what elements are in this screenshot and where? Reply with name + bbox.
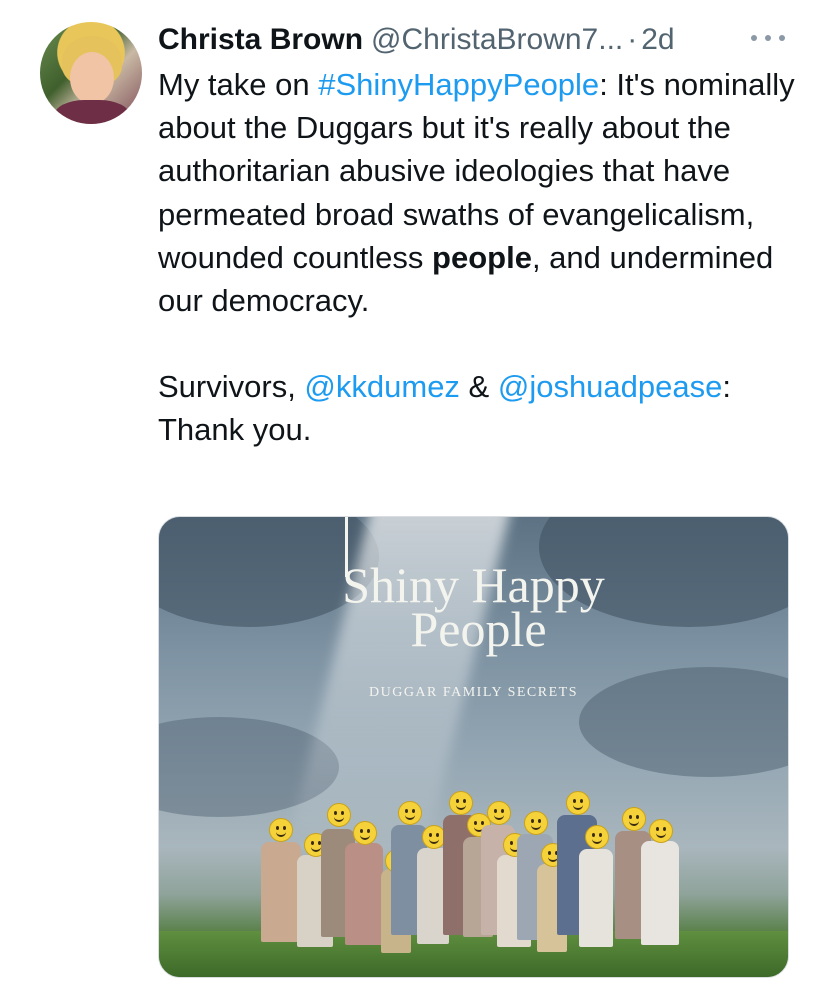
show-title: Shiny Happy People [342, 557, 605, 657]
tweet-timestamp[interactable]: 2d [641, 23, 674, 57]
tweet-paragraph: My take on #ShinyHappyPeople: It's nomin… [158, 67, 795, 319]
more-options-icon[interactable] [751, 28, 785, 48]
mention-link[interactable]: @joshuadpease [498, 369, 723, 404]
avatar-face [70, 52, 114, 104]
show-subtitle: DUGGAR FAMILY SECRETS [368, 685, 578, 700]
avatar-body [54, 100, 130, 124]
author-avatar[interactable] [40, 22, 142, 124]
person-figure [579, 825, 613, 947]
person-figure [641, 819, 679, 945]
highlighted-word: people [432, 239, 532, 275]
person-figure [261, 818, 301, 942]
author-handle[interactable]: @ChristaBrown7... [371, 23, 623, 57]
tweet-paragraph: Survivors, @kkdumez & @joshuadpease: Tha… [158, 369, 731, 448]
hashtag-link[interactable]: #ShinyHappyPeople [318, 67, 599, 102]
header-separator: · [627, 23, 638, 56]
tweet-header: Christa Brown @ChristaBrown7... · 2d [158, 20, 798, 60]
grass-field [159, 931, 788, 977]
tweet-media-image[interactable]: Shiny Happy People DUGGAR FAMILY SECRETS [158, 516, 789, 978]
person-figure [345, 821, 383, 945]
author-name[interactable]: Christa Brown [158, 23, 363, 57]
mention-link[interactable]: @kkdumez [304, 369, 460, 404]
tweet-text: My take on #ShinyHappyPeople: It's nomin… [158, 63, 798, 452]
